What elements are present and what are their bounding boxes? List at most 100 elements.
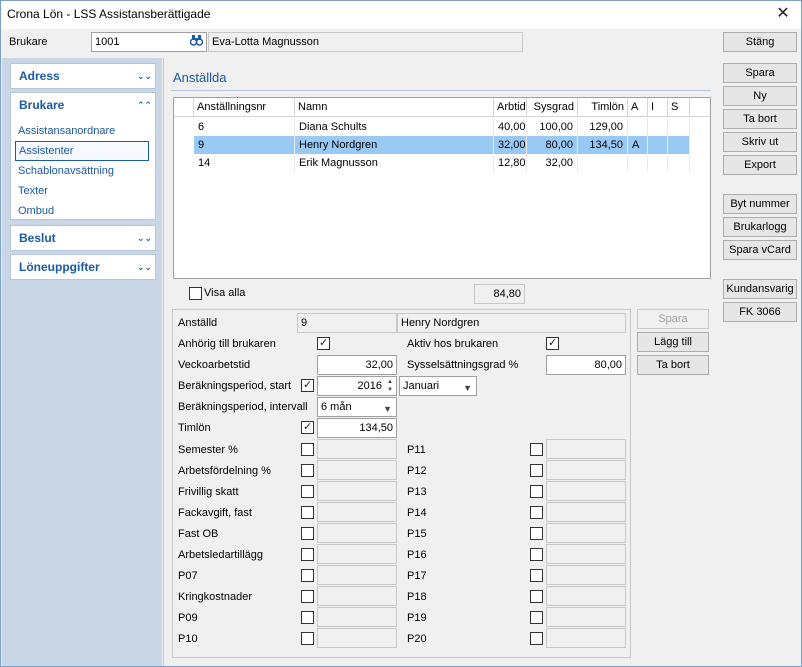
left-field-checkbox[interactable] bbox=[301, 506, 314, 519]
right-field-input[interactable] bbox=[546, 523, 626, 543]
byt-nummer-button[interactable]: Byt nummer bbox=[723, 194, 797, 214]
header-arbtid[interactable]: Arbtid bbox=[494, 98, 527, 117]
right-field-checkbox[interactable] bbox=[530, 464, 543, 477]
vecko-input[interactable]: 32,00 bbox=[317, 355, 397, 375]
right-field-checkbox[interactable] bbox=[530, 527, 543, 540]
right-field-label: P19 bbox=[407, 612, 427, 624]
left-field-checkbox[interactable] bbox=[301, 590, 314, 603]
form-ta-bort-button[interactable]: Ta bort bbox=[637, 355, 709, 375]
visa-alla-checkbox[interactable] bbox=[189, 287, 202, 300]
ny-button[interactable]: Ny bbox=[723, 86, 797, 106]
brukare-id-input[interactable]: 1001 bbox=[91, 32, 207, 52]
period-start-checkbox[interactable] bbox=[301, 378, 314, 392]
period-int-select[interactable]: 6 mån ▼ bbox=[317, 397, 397, 417]
right-field-input[interactable] bbox=[546, 586, 626, 606]
right-field-input[interactable] bbox=[546, 460, 626, 480]
table-row[interactable]: 6 Diana Schults 40,00 100,00 129,00 bbox=[174, 118, 710, 136]
export-button[interactable]: Export bbox=[723, 155, 797, 175]
left-field-checkbox[interactable] bbox=[301, 548, 314, 561]
syssel-input[interactable]: 80,00 bbox=[546, 355, 626, 375]
left-field-input[interactable] bbox=[317, 586, 397, 606]
period-start-year-stepper[interactable]: 2016 ▲ ▼ bbox=[317, 376, 397, 396]
section-divider bbox=[171, 90, 711, 91]
employees-table[interactable]: Anställningsnr Namn Arbtid Sysgrad Timlö… bbox=[173, 97, 711, 279]
stang-button[interactable]: Stäng bbox=[723, 32, 797, 52]
main-window: Crona Lön - LSS Assistansberättigade ✕ B… bbox=[0, 0, 802, 667]
left-field-input[interactable] bbox=[317, 502, 397, 522]
spara-button[interactable]: Spara bbox=[723, 63, 797, 83]
nav-item-assistenter[interactable]: Assistenter bbox=[15, 141, 149, 161]
period-start-month-select[interactable]: Januari ▼ bbox=[399, 376, 477, 396]
left-field-checkbox[interactable] bbox=[301, 485, 314, 498]
nav-item-assistansanordnare[interactable]: Assistansanordnare bbox=[11, 121, 155, 141]
left-field-checkbox[interactable] bbox=[301, 569, 314, 582]
right-field-input[interactable] bbox=[546, 481, 626, 501]
aktiv-checkbox[interactable] bbox=[546, 336, 559, 350]
header-anstallningsnr[interactable]: Anställningsnr bbox=[194, 98, 295, 117]
table-header: Anställningsnr Namn Arbtid Sysgrad Timlö… bbox=[174, 98, 710, 117]
timlon-checkbox[interactable] bbox=[301, 420, 314, 434]
header-i[interactable]: I bbox=[648, 98, 668, 117]
chevron-down-icon[interactable]: ⌄⌄ bbox=[137, 261, 152, 273]
spara-vcard-button[interactable]: Spara vCard bbox=[723, 240, 797, 260]
right-field-input[interactable] bbox=[546, 502, 626, 522]
right-field-input[interactable] bbox=[546, 544, 626, 564]
chevron-down-icon[interactable]: ⌄⌄ bbox=[137, 70, 152, 82]
nav-item-texter[interactable]: Texter bbox=[11, 181, 155, 201]
kundansvarig-button[interactable]: Kundansvarig bbox=[723, 279, 797, 299]
table-row[interactable]: 14 Erik Magnusson 12,80 32,00 bbox=[174, 154, 710, 172]
right-field-input[interactable] bbox=[546, 439, 626, 459]
left-field-input[interactable] bbox=[317, 523, 397, 543]
right-field-checkbox[interactable] bbox=[530, 485, 543, 498]
timlon-input[interactable]: 134,50 bbox=[317, 418, 397, 438]
skriv-ut-button[interactable]: Skriv ut bbox=[723, 132, 797, 152]
ta-bort-button[interactable]: Ta bort bbox=[723, 109, 797, 129]
right-field-checkbox[interactable] bbox=[530, 590, 543, 603]
left-field-checkbox[interactable] bbox=[301, 611, 314, 624]
right-field-checkbox[interactable] bbox=[530, 569, 543, 582]
left-field-input[interactable] bbox=[317, 481, 397, 501]
spinner-arrows-icon[interactable]: ▲ ▼ bbox=[385, 378, 395, 394]
anhorig-checkbox[interactable] bbox=[317, 336, 330, 350]
chevron-up-icon[interactable]: ⌃⌃ bbox=[137, 99, 152, 111]
left-field-input[interactable] bbox=[317, 439, 397, 459]
nav-panel-adress[interactable]: Adress ⌄⌄ bbox=[10, 63, 156, 89]
right-field-checkbox[interactable] bbox=[530, 548, 543, 561]
left-field-input[interactable] bbox=[317, 460, 397, 480]
lagg-till-button[interactable]: Lägg till bbox=[637, 332, 709, 352]
right-field-checkbox[interactable] bbox=[530, 611, 543, 624]
header-namn[interactable]: Namn bbox=[295, 98, 494, 117]
chevron-down-icon[interactable]: ⌄⌄ bbox=[137, 232, 152, 244]
right-field-label: P18 bbox=[407, 591, 427, 603]
table-row-selected[interactable]: 9 Henry Nordgren 32,00 80,00 134,50 A bbox=[174, 136, 710, 154]
anstalld-label: Anställd bbox=[178, 317, 218, 329]
left-field-checkbox[interactable] bbox=[301, 632, 314, 645]
left-field-input[interactable] bbox=[317, 628, 397, 648]
right-field-input[interactable] bbox=[546, 607, 626, 627]
right-field-input[interactable] bbox=[546, 628, 626, 648]
right-field-input[interactable] bbox=[546, 565, 626, 585]
nav-panel-loneuppgifter[interactable]: Löneuppgifter ⌄⌄ bbox=[10, 254, 156, 280]
close-icon[interactable]: ✕ bbox=[773, 4, 793, 24]
header-timlon[interactable]: Timlön bbox=[578, 98, 628, 117]
header-a[interactable]: A bbox=[628, 98, 648, 117]
left-field-input[interactable] bbox=[317, 544, 397, 564]
fk-3066-button[interactable]: FK 3066 bbox=[723, 302, 797, 322]
form-spara-button[interactable]: Spara bbox=[637, 309, 709, 329]
nav-item-ombud[interactable]: Ombud bbox=[11, 201, 155, 221]
right-field-checkbox[interactable] bbox=[530, 632, 543, 645]
header-sysgrad[interactable]: Sysgrad bbox=[527, 98, 578, 117]
binoculars-icon[interactable] bbox=[189, 34, 204, 50]
left-field-label: Frivillig skatt bbox=[178, 486, 239, 498]
header-s[interactable]: S bbox=[668, 98, 690, 117]
nav-panel-beslut[interactable]: Beslut ⌄⌄ bbox=[10, 225, 156, 251]
left-field-input[interactable] bbox=[317, 565, 397, 585]
left-field-checkbox[interactable] bbox=[301, 527, 314, 540]
nav-item-schablonavsattning[interactable]: Schablonavsättning bbox=[11, 161, 155, 181]
left-field-input[interactable] bbox=[317, 607, 397, 627]
left-field-checkbox[interactable] bbox=[301, 464, 314, 477]
brukarlogg-button[interactable]: Brukarlogg bbox=[723, 217, 797, 237]
right-field-checkbox[interactable] bbox=[530, 443, 543, 456]
right-field-checkbox[interactable] bbox=[530, 506, 543, 519]
left-field-checkbox[interactable] bbox=[301, 443, 314, 456]
